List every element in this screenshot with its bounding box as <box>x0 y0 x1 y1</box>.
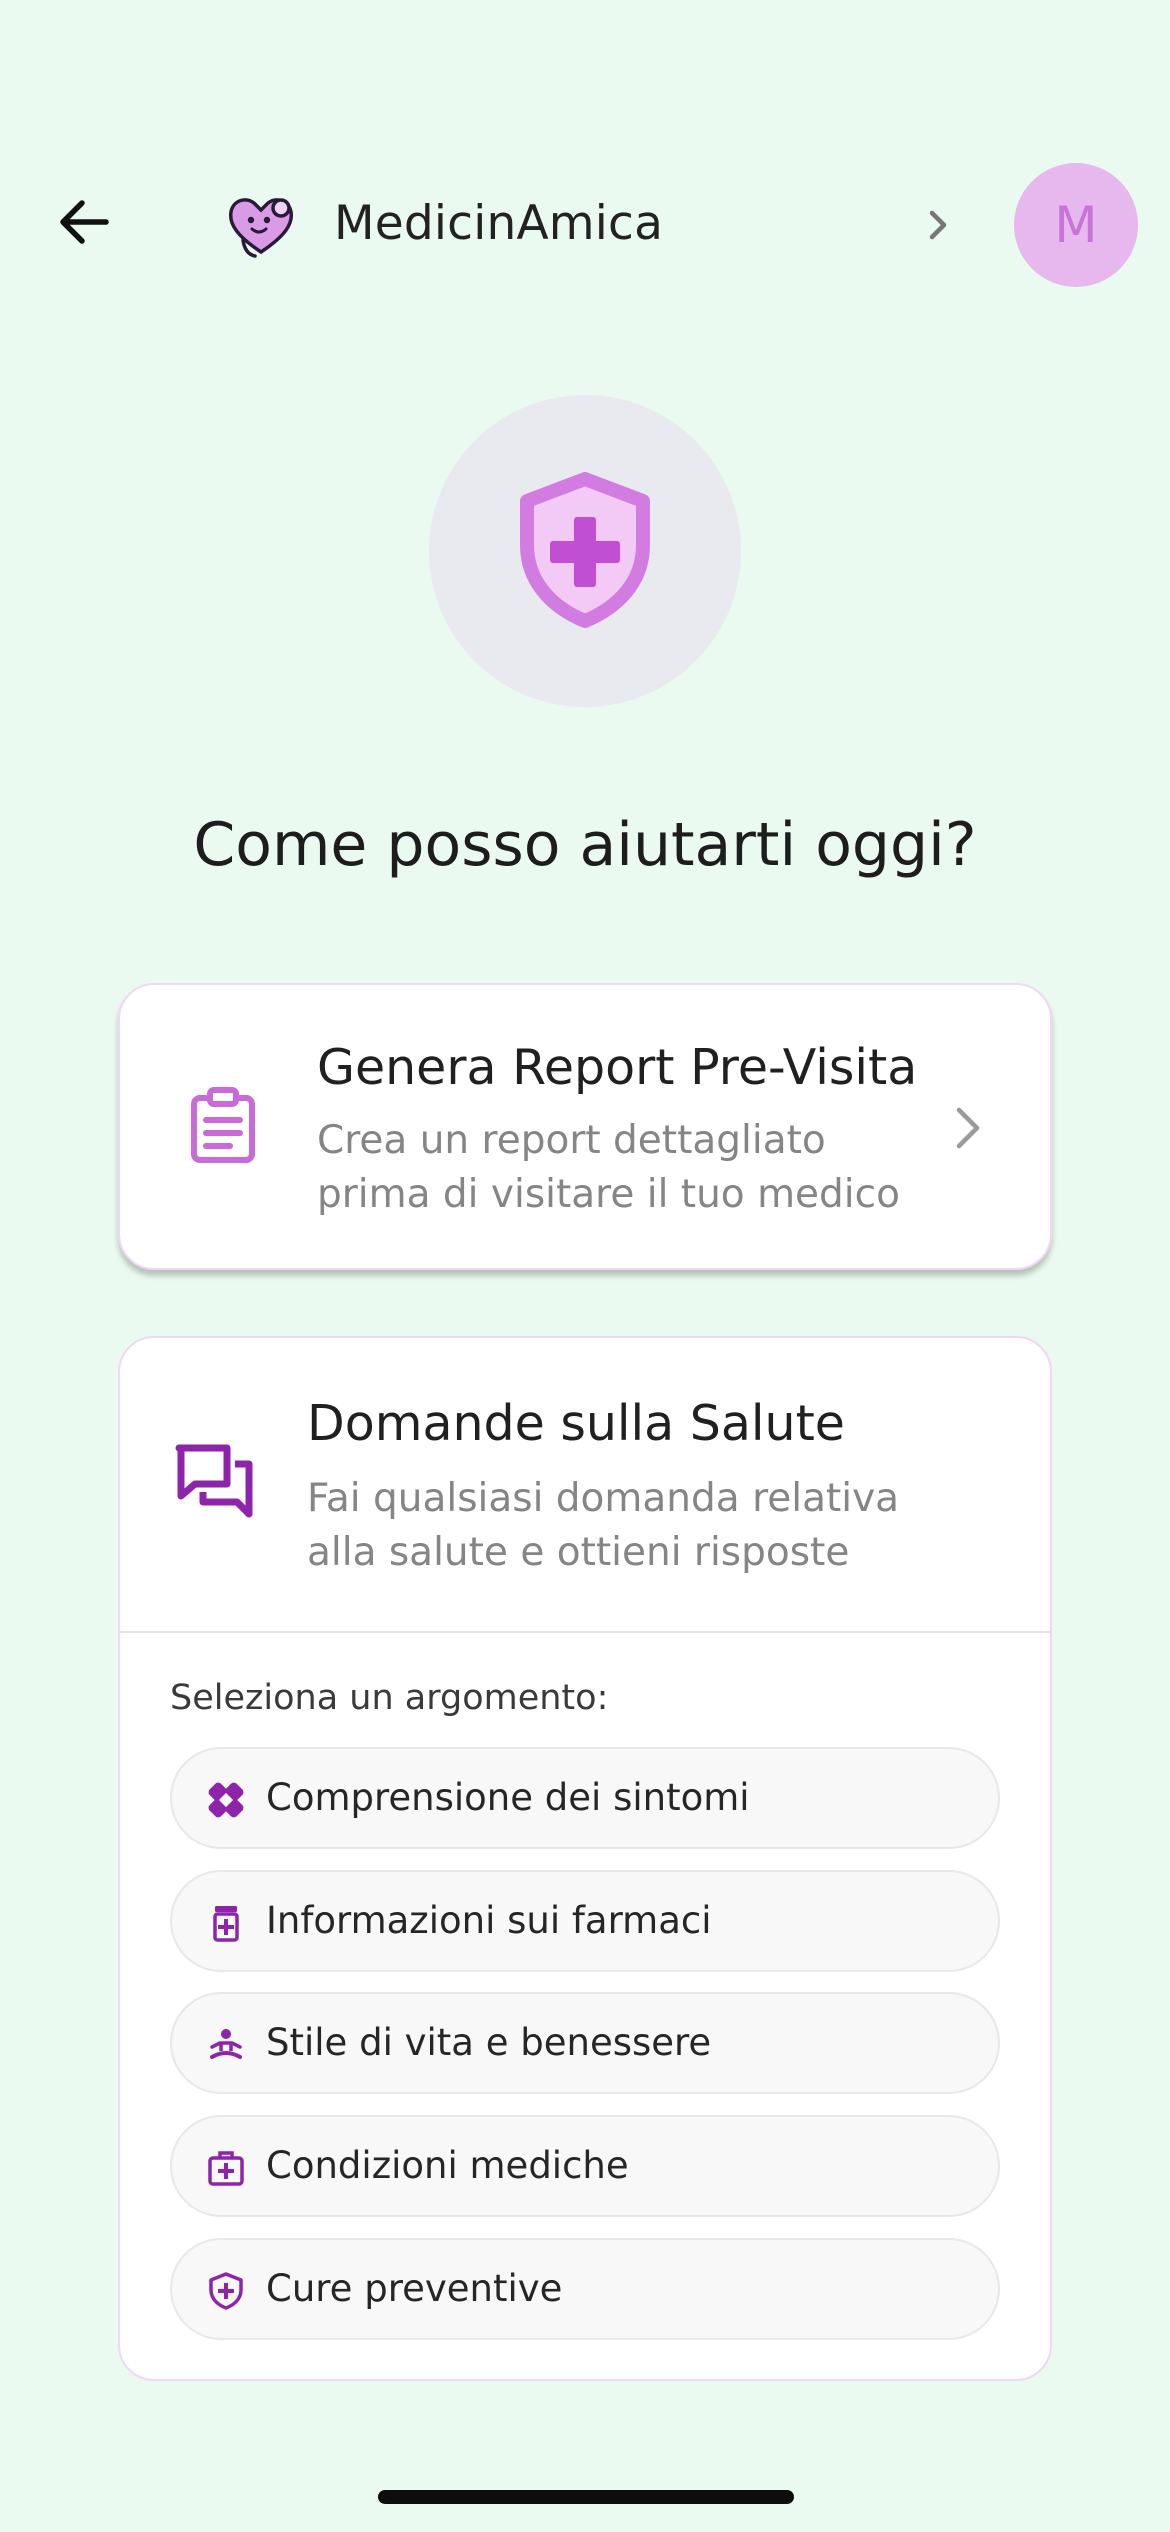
topic-prompt: Seleziona un argomento: <box>170 1678 609 1718</box>
app-logo <box>225 190 297 262</box>
medical-bag-icon <box>206 2148 246 2188</box>
shield-plus-icon <box>520 472 650 628</box>
card-divider <box>120 1631 1050 1633</box>
topic-label: Comprensione dei sintomi <box>266 1776 750 1819</box>
medicine-bottle-icon <box>206 1903 246 1943</box>
page-title: Come posso aiutarti oggi? <box>193 810 977 880</box>
topic-label: Condizioni mediche <box>266 2144 629 2187</box>
meditation-icon <box>206 2025 246 2065</box>
arrow-left-icon <box>60 200 109 244</box>
clipboard-list-icon <box>184 1086 262 1164</box>
report-card-description: Crea un report dettagliato prima di visi… <box>317 1118 900 1217</box>
report-card-title: Genera Report Pre-Visita <box>317 1039 918 1096</box>
bandage-icon <box>206 1780 246 1820</box>
topic-label: Stile di vita e benessere <box>266 2021 712 2064</box>
topic-label: Cure preventive <box>266 2267 563 2310</box>
topic-preventive-care[interactable]: Cure preventive <box>170 2238 1000 2340</box>
topic-lifestyle[interactable]: Stile di vita e benessere <box>170 1992 1000 2094</box>
questions-card-description: Fai qualsiasi domanda relativa alla salu… <box>307 1476 900 1575</box>
chat-bubbles-icon <box>173 1440 257 1524</box>
home-indicator[interactable] <box>378 2490 794 2504</box>
hero-badge <box>429 395 741 707</box>
chevron-right-icon <box>946 1100 990 1156</box>
topic-label: Informazioni sui farmaci <box>266 1899 712 1942</box>
app-title: MedicinAmica <box>334 196 664 251</box>
topic-symptoms[interactable]: Comprensione dei sintomi <box>170 1747 1000 1849</box>
back-button[interactable] <box>52 190 116 254</box>
chevron-right-icon <box>929 210 947 240</box>
topic-conditions[interactable]: Condizioni mediche <box>170 2115 1000 2217</box>
avatar[interactable]: M <box>1014 163 1138 287</box>
header-chevron-button[interactable] <box>918 205 958 245</box>
questions-card-title: Domande sulla Salute <box>307 1395 845 1452</box>
topic-medications[interactable]: Informazioni sui farmaci <box>170 1870 1000 1972</box>
shield-plus-icon <box>206 2271 246 2311</box>
